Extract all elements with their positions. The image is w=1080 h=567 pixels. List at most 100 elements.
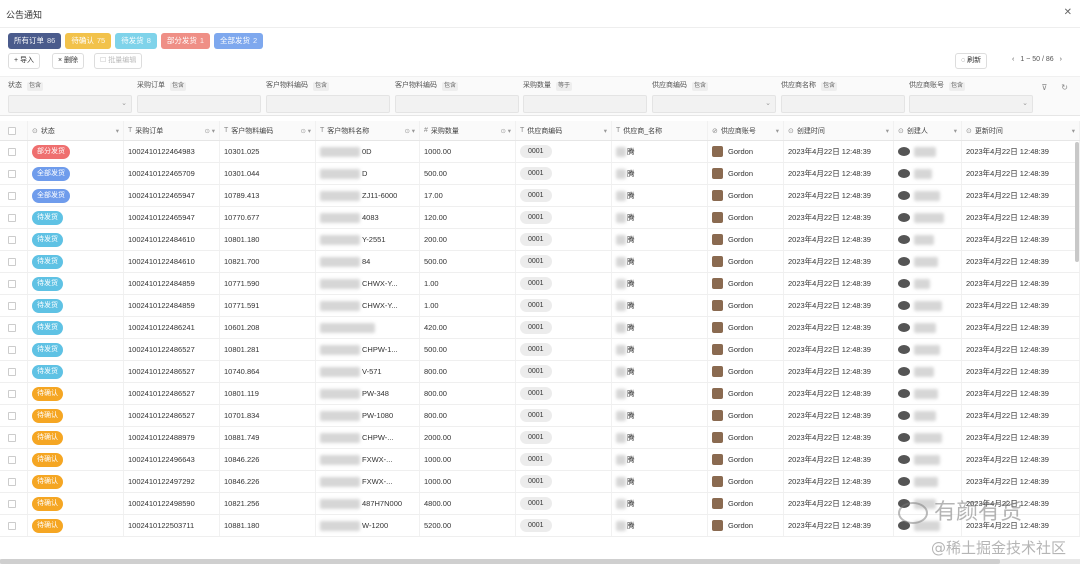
checkbox[interactable] [8,499,16,508]
refresh-button[interactable]: ◌ 刷新 [955,53,988,69]
table-row[interactable]: 待发货 1002410122465947 10770.677 4083 120.00 00… [0,207,1080,229]
tab-1[interactable]: 待确认 75 [65,33,112,49]
filter-input[interactable] [395,95,519,113]
row-select[interactable] [0,295,28,316]
filter-input[interactable]: ⌄ [8,95,132,113]
column-header-2[interactable]: T 客户物料编码 ⊙ ▾ [220,121,316,140]
checkbox[interactable] [8,455,16,464]
table-row[interactable]: 全部发货 1002410122465947 10789.413 ZJ11-6000 17… [0,185,1080,207]
row-select[interactable] [0,251,28,272]
checkbox[interactable] [8,433,16,442]
table-row[interactable]: 待发货 1002410122484859 10771.590 CHWX-Y... 1.0… [0,273,1080,295]
tab-2[interactable]: 待发货 8 [115,33,157,49]
checkbox[interactable] [8,367,16,376]
table-row[interactable]: 部分发货 1002410122464983 10301.025 0D 1000.00 00… [0,141,1080,163]
scrollbar-thumb[interactable] [0,559,1000,564]
batch-edit-button[interactable]: ☐ 批量编辑 [94,53,143,69]
filter-operator[interactable]: 包含 [692,82,709,91]
row-select[interactable] [0,229,28,250]
checkbox[interactable] [8,411,16,420]
column-header-4[interactable]: # 采购数量 ⊙ ▾ [420,121,516,140]
import-button[interactable]: + 导入 [8,53,41,69]
checkbox[interactable] [8,257,16,266]
filter-input[interactable] [266,95,390,113]
column-menu-icon[interactable]: ▾ [116,127,119,135]
horizontal-scrollbar[interactable] [0,559,1080,564]
row-select[interactable] [0,405,28,426]
next-page-icon[interactable]: › [1060,56,1062,63]
checkbox[interactable] [8,235,16,244]
table-row[interactable]: 待发货 1002410122486527 10740.864 V-571 800.00 0… [0,361,1080,383]
filter-input[interactable]: ⌄ [652,95,776,113]
checkbox[interactable] [8,345,16,354]
column-header-9[interactable]: ⊙ 创建人 ▾ [894,121,962,140]
checkbox[interactable] [8,323,16,332]
checkbox[interactable] [8,279,16,288]
table-row[interactable]: 待确认 1002410122496643 10846.226 FXWX-... 1000… [0,449,1080,471]
row-select[interactable] [0,141,28,162]
column-header-1[interactable]: T 采购订单 ⊙ ▾ [124,121,220,140]
table-row[interactable]: 待确认 1002410122497292 10846.226 FXWX-... 1000… [0,471,1080,493]
row-select[interactable] [0,207,28,228]
row-select[interactable] [0,317,28,338]
table-row[interactable]: 待确认 1002410122486527 10701.834 PW-1080 800.0… [0,405,1080,427]
column-header-8[interactable]: ⊙ 创建时间 ▾ [784,121,894,140]
column-menu-icon[interactable]: ⊙ ▾ [300,127,311,135]
column-header-6[interactable]: T 供应商_名称 [612,121,708,140]
filter-operator[interactable]: 包含 [442,82,459,91]
column-menu-icon[interactable]: ▾ [776,127,779,135]
column-header-5[interactable]: T 供应商编码 ▾ [516,121,612,140]
row-select[interactable] [0,383,28,404]
checkbox[interactable] [8,521,16,530]
tab-4[interactable]: 全部发货 2 [214,33,264,49]
checkbox[interactable] [8,191,16,200]
row-select[interactable] [0,163,28,184]
reset-icon[interactable]: ↻ [1061,83,1068,92]
column-menu-icon[interactable]: ⊙ ▾ [404,127,415,135]
table-row[interactable]: 待发货 1002410122486527 10801.281 CHPW-1... 500… [0,339,1080,361]
table-row[interactable]: 待发货 1002410122484610 10821.700 84 500.00 0001… [0,251,1080,273]
checkbox[interactable] [8,213,16,222]
column-menu-icon[interactable]: ▾ [1072,127,1075,135]
filter-icon[interactable]: ⊽ [1041,83,1047,92]
column-header-10[interactable]: ⊙ 更新时间 ▾ [962,121,1080,140]
row-select[interactable] [0,339,28,360]
filter-input[interactable] [781,95,905,113]
column-header-3[interactable]: T 客户物料名称 ⊙ ▾ [316,121,420,140]
table-row[interactable]: 待发货 1002410122484610 10801.180 Y-2551 200.00… [0,229,1080,251]
row-select[interactable] [0,273,28,294]
prev-page-icon[interactable]: ‹ [1012,56,1014,63]
tab-3[interactable]: 部分发货 1 [160,33,211,49]
filter-operator[interactable]: 包含 [27,82,44,91]
filter-operator[interactable]: 等于 [556,82,573,91]
column-menu-icon[interactable]: ▾ [604,127,607,135]
delete-button[interactable]: × 删除 [52,53,85,69]
row-select[interactable] [0,427,28,448]
filter-operator[interactable]: 包含 [170,82,187,91]
table-row[interactable]: 待发货 1002410122484859 10771.591 CHWX-Y... 1.0… [0,295,1080,317]
column-header-0[interactable]: ⊙ 状态 ▾ [28,121,124,140]
filter-input[interactable]: ⌄ [909,95,1033,113]
table-row[interactable]: 待确认 1002410122486527 10801.119 PW-348 800.00… [0,383,1080,405]
checkbox[interactable] [8,477,16,486]
close-icon[interactable]: ✕ [1064,7,1072,18]
column-menu-icon[interactable]: ⊙ ▾ [204,127,215,135]
column-menu-icon[interactable]: ▾ [886,127,889,135]
column-menu-icon[interactable]: ▾ [954,127,957,135]
column-menu-icon[interactable]: ⊙ ▾ [500,127,511,135]
table-row[interactable]: 待发货 1002410122486241 10601.208 420.00 0001 腾 G… [0,317,1080,339]
filter-input[interactable] [523,95,647,113]
column-header-7[interactable]: ⊘ 供应商账号 ▾ [708,121,784,140]
checkbox[interactable] [8,389,16,398]
row-select[interactable] [0,185,28,206]
row-select[interactable] [0,449,28,470]
row-select[interactable] [0,471,28,492]
vertical-scrollbar[interactable] [1075,142,1079,262]
filter-input[interactable] [137,95,261,113]
table-row[interactable]: 待确认 1002410122488979 10881.749 CHPW-... 2000… [0,427,1080,449]
filter-operator[interactable]: 包含 [821,82,838,91]
row-select[interactable] [0,361,28,382]
table-row[interactable]: 全部发货 1002410122465709 10301.044 D 500.00 0001… [0,163,1080,185]
checkbox[interactable] [8,147,16,156]
filter-operator[interactable]: 包含 [949,82,966,91]
